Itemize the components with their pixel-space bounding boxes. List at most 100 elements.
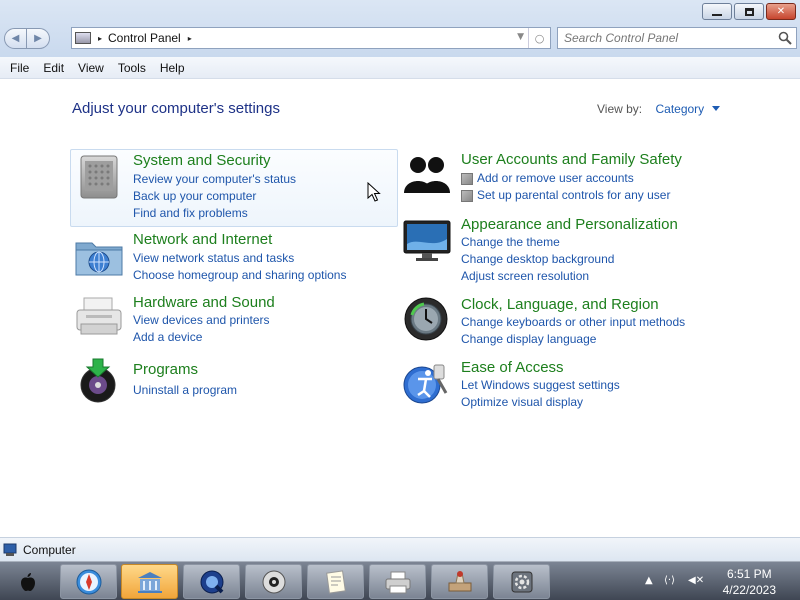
link-network-status[interactable]: View network status and tasks [133, 250, 346, 267]
menu-edit[interactable]: Edit [36, 61, 71, 75]
taskbar-safari[interactable] [60, 564, 117, 599]
category-links: Add or remove user accounts Set up paren… [461, 170, 670, 204]
category-title[interactable]: Ease of Access [461, 359, 564, 376]
search-input[interactable] [564, 29, 774, 47]
preview-icon [448, 570, 471, 591]
install-disc-icon [80, 358, 116, 403]
breadcrumb-separator-end[interactable]: ▸ [188, 34, 192, 43]
shield-icon [461, 189, 473, 202]
nav-buttons: ◀ ▶ [4, 28, 50, 49]
start-button[interactable] [8, 567, 48, 597]
refresh-button[interactable]: ○ [528, 28, 550, 48]
category-network-internet[interactable]: Network and Internet View network status… [70, 231, 398, 284]
print-icon [385, 571, 410, 593]
printer-icon [76, 297, 122, 335]
link-display-language[interactable]: Change display language [461, 331, 685, 348]
shield-icon [461, 172, 473, 185]
window-chrome: ✕ ◀ ▶ ▸ Control Panel ▸ ▼ ○ [0, 0, 800, 57]
network-icon[interactable]: ⟨·⟩ [664, 575, 675, 586]
menu-view[interactable]: View [71, 61, 111, 75]
category-title[interactable]: Hardware and Sound [133, 294, 275, 311]
link-back-up[interactable]: Back up your computer [133, 188, 296, 205]
back-arrow-icon: ◀ [11, 33, 20, 44]
menu-tools[interactable]: Tools [111, 61, 153, 75]
taskbar-quicktime[interactable] [183, 564, 240, 599]
category-system-security[interactable]: System and Security Review your computer… [70, 149, 398, 227]
category-programs[interactable]: Programs Uninstall a program [70, 358, 398, 409]
view-by-dropdown[interactable]: Category [655, 102, 704, 116]
search-icon[interactable] [778, 31, 792, 45]
address-bar[interactable]: ▸ Control Panel ▸ ▼ ○ [71, 27, 551, 49]
menu-file[interactable]: File [0, 61, 36, 75]
link-change-theme[interactable]: Change the theme [461, 234, 614, 251]
category-links: Uninstall a program [133, 382, 237, 399]
link-devices-printers[interactable]: View devices and printers [133, 312, 270, 329]
apple-icon [21, 573, 35, 591]
taskbar-control-panel[interactable] [121, 564, 178, 599]
category-links: Change keyboards or other input methods … [461, 314, 685, 348]
category-ease-of-access[interactable]: Ease of Access Let Windows suggest setti… [400, 359, 720, 411]
link-suggest-settings[interactable]: Let Windows suggest settings [461, 377, 620, 394]
gear-icon [511, 571, 532, 592]
page-title: Adjust your computer's settings [72, 100, 280, 117]
link-text[interactable]: Add or remove user accounts [477, 170, 634, 187]
taskbar-printer[interactable] [369, 564, 426, 599]
link-find-fix[interactable]: Find and fix problems [133, 205, 296, 222]
category-links: Let Windows suggest settings Optimize vi… [461, 377, 620, 411]
link-keyboards[interactable]: Change keyboards or other input methods [461, 314, 685, 331]
link-review-status[interactable]: Review your computer's status [133, 171, 296, 188]
link-uninstall[interactable]: Uninstall a program [133, 382, 237, 399]
category-title[interactable]: Clock, Language, and Region [461, 296, 659, 313]
breadcrumb-separator[interactable]: ▸ [98, 34, 102, 43]
clock[interactable]: 6:51 PM 4/22/2023 [723, 566, 776, 598]
building-icon [137, 571, 162, 593]
search-box[interactable] [557, 27, 797, 49]
link-screen-resolution[interactable]: Adjust screen resolution [461, 268, 614, 285]
link-text[interactable]: Set up parental controls for any user [477, 187, 670, 204]
restore-button[interactable] [734, 3, 764, 20]
view-by-label: View by: [597, 102, 643, 116]
volume-muted-icon[interactable]: ◀✕ [688, 575, 704, 586]
control-panel-main: Adjust your computer's settings View by:… [0, 79, 800, 537]
forward-button[interactable]: ▶ [27, 28, 50, 49]
menu-help[interactable]: Help [153, 61, 192, 75]
category-title[interactable]: User Accounts and Family Safety [461, 151, 682, 168]
category-links: View devices and printers Add a device [133, 312, 270, 346]
system-tray: ▲ ⟨·⟩ ◀✕ 6:51 PM 4/22/2023 [630, 562, 800, 600]
breadcrumb-control-panel[interactable]: Control Panel [108, 31, 181, 45]
taskbar-textedit[interactable] [307, 564, 364, 599]
category-title[interactable]: Programs [133, 361, 198, 378]
time-machine-icon [404, 297, 448, 341]
taskbar-system-prefs[interactable] [493, 564, 550, 599]
compass-icon [76, 569, 101, 594]
link-desktop-background[interactable]: Change desktop background [461, 251, 614, 268]
link-optimize-display[interactable]: Optimize visual display [461, 394, 620, 411]
category-clock-language[interactable]: Clock, Language, and Region Change keybo… [400, 295, 720, 347]
monitor-icon [403, 220, 451, 261]
category-appearance[interactable]: Appearance and Personalization Change th… [400, 215, 720, 283]
category-title[interactable]: Network and Internet [133, 231, 272, 248]
link-homegroup[interactable]: Choose homegroup and sharing options [133, 267, 346, 284]
category-links: Change the theme Change desktop backgrou… [461, 234, 614, 285]
status-bar: Computer [0, 537, 800, 561]
category-title[interactable]: System and Security [133, 152, 271, 169]
taskbar-preview[interactable] [431, 564, 488, 599]
view-by-caret-icon[interactable] [711, 106, 720, 111]
mouse-cursor-icon [367, 182, 381, 202]
link-add-device[interactable]: Add a device [133, 329, 270, 346]
link-add-remove-users[interactable]: Add or remove user accounts [461, 170, 670, 187]
close-button[interactable]: ✕ [766, 3, 796, 20]
minimize-button[interactable] [702, 3, 732, 20]
back-button[interactable]: ◀ [4, 28, 27, 49]
link-parental-controls[interactable]: Set up parental controls for any user [461, 187, 670, 204]
taskbar-dvd[interactable] [245, 564, 302, 599]
accessibility-icon [403, 364, 448, 404]
show-hidden-icons-icon[interactable]: ▲ [645, 575, 653, 586]
category-hardware-sound[interactable]: Hardware and Sound View devices and prin… [70, 294, 398, 344]
refresh-icon: ○ [534, 31, 545, 45]
control-panel-icon [75, 32, 91, 44]
address-dropdown-icon[interactable]: ▼ [517, 32, 524, 42]
document-icon [325, 569, 346, 594]
category-title[interactable]: Appearance and Personalization [461, 216, 678, 233]
category-user-accounts[interactable]: User Accounts and Family Safety Add or r… [400, 149, 720, 209]
